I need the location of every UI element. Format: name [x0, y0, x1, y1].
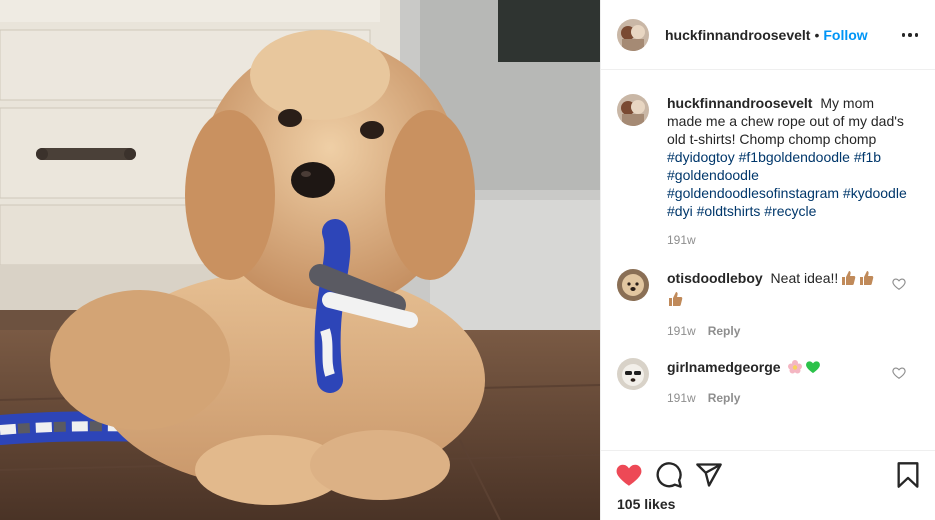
- comments-section: huckfinnandroosevelt My mom made me a ch…: [601, 70, 935, 450]
- hashtag-link[interactable]: #goldendoodlesofinstagram: [667, 185, 839, 201]
- puppy-photo-illustration: [0, 0, 600, 520]
- avatar-dogs-icon: [617, 94, 649, 126]
- hashtag-link[interactable]: #dyidogtoy: [667, 149, 735, 165]
- avatar[interactable]: [617, 18, 649, 51]
- thumbs-up-icon: [840, 270, 856, 290]
- share-icon[interactable]: [695, 461, 723, 489]
- comment-meta: 191w Reply: [667, 391, 909, 405]
- avatar[interactable]: [617, 94, 649, 126]
- hashtag-link[interactable]: #oldtshirts: [697, 203, 761, 219]
- comment-meta: 191w Reply: [667, 324, 909, 338]
- more-dot: [901, 33, 906, 37]
- action-icons: [615, 461, 735, 489]
- more-dot: [908, 33, 912, 37]
- reply-button[interactable]: Reply: [708, 324, 741, 338]
- comment-age: 191w: [667, 324, 696, 338]
- post-photo[interactable]: [0, 0, 600, 520]
- comment-row: otisdoodleboy Neat idea!! 191w Reply: [617, 269, 920, 338]
- caption-username[interactable]: huckfinnandroosevelt: [667, 95, 812, 111]
- avatar-dogs-icon: [617, 18, 649, 51]
- comment-row: girlnamedgeorge 191w Reply: [617, 358, 920, 405]
- avatar-dog-sunglasses-icon: [617, 358, 649, 390]
- hashtag-link[interactable]: #kydoodle: [843, 185, 907, 201]
- avatar-doodle-icon: [617, 269, 649, 301]
- like-comment-icon[interactable]: [892, 277, 906, 291]
- comment-username[interactable]: girlnamedgeorge: [667, 359, 781, 375]
- caption-text: huckfinnandroosevelt My mom made me a ch…: [667, 94, 909, 220]
- caption-row: huckfinnandroosevelt My mom made me a ch…: [617, 94, 920, 247]
- caption-age: 191w: [667, 233, 696, 247]
- follow-button[interactable]: Follow: [823, 27, 867, 43]
- more-dot: [914, 33, 919, 37]
- like-comment-icon[interactable]: [892, 366, 906, 380]
- likes-count[interactable]: 105 likes: [617, 496, 675, 512]
- caption-body: huckfinnandroosevelt My mom made me a ch…: [667, 94, 909, 247]
- header-username[interactable]: huckfinnandroosevelt: [665, 27, 810, 43]
- comment-text: girlnamedgeorge: [667, 358, 909, 379]
- avatar[interactable]: [617, 358, 649, 390]
- comment-message: Neat idea!!: [766, 270, 839, 286]
- hashtag-link[interactable]: #goldendoodle: [667, 167, 759, 183]
- comment-text: otisdoodleboy Neat idea!!: [667, 269, 909, 311]
- comment-age: 191w: [667, 391, 696, 405]
- instagram-post: huckfinnandroosevelt • Follow huckfinnan…: [0, 0, 935, 520]
- caption-meta: 191w: [667, 233, 909, 247]
- reply-button[interactable]: Reply: [708, 391, 741, 405]
- comment-username[interactable]: otisdoodleboy: [667, 270, 763, 286]
- more-options-icon[interactable]: [900, 25, 920, 45]
- avatar[interactable]: [617, 269, 649, 301]
- thumbs-up-icon: [667, 291, 683, 311]
- bookmark-icon[interactable]: [894, 461, 922, 489]
- hashtag-link[interactable]: #f1b: [854, 149, 881, 165]
- header-separator: •: [814, 26, 820, 43]
- hashtag-link[interactable]: #dyi: [667, 203, 693, 219]
- green-heart-icon: [805, 359, 821, 379]
- post-actions: 105 likes: [601, 450, 935, 520]
- comment-body: girlnamedgeorge 191w Reply: [667, 358, 909, 405]
- post-header: huckfinnandroosevelt • Follow: [601, 0, 935, 70]
- comment-body: otisdoodleboy Neat idea!! 191w Reply: [667, 269, 909, 338]
- thumbs-up-icon: [858, 270, 874, 290]
- heart-filled-icon[interactable]: [615, 461, 643, 489]
- comment-icon[interactable]: [655, 461, 683, 489]
- flower-icon: [787, 359, 803, 379]
- hashtag-link[interactable]: #f1bgoldendoodle: [739, 149, 850, 165]
- post-sidebar: huckfinnandroosevelt • Follow huckfinnan…: [600, 0, 935, 520]
- hashtag-link[interactable]: #recycle: [764, 203, 816, 219]
